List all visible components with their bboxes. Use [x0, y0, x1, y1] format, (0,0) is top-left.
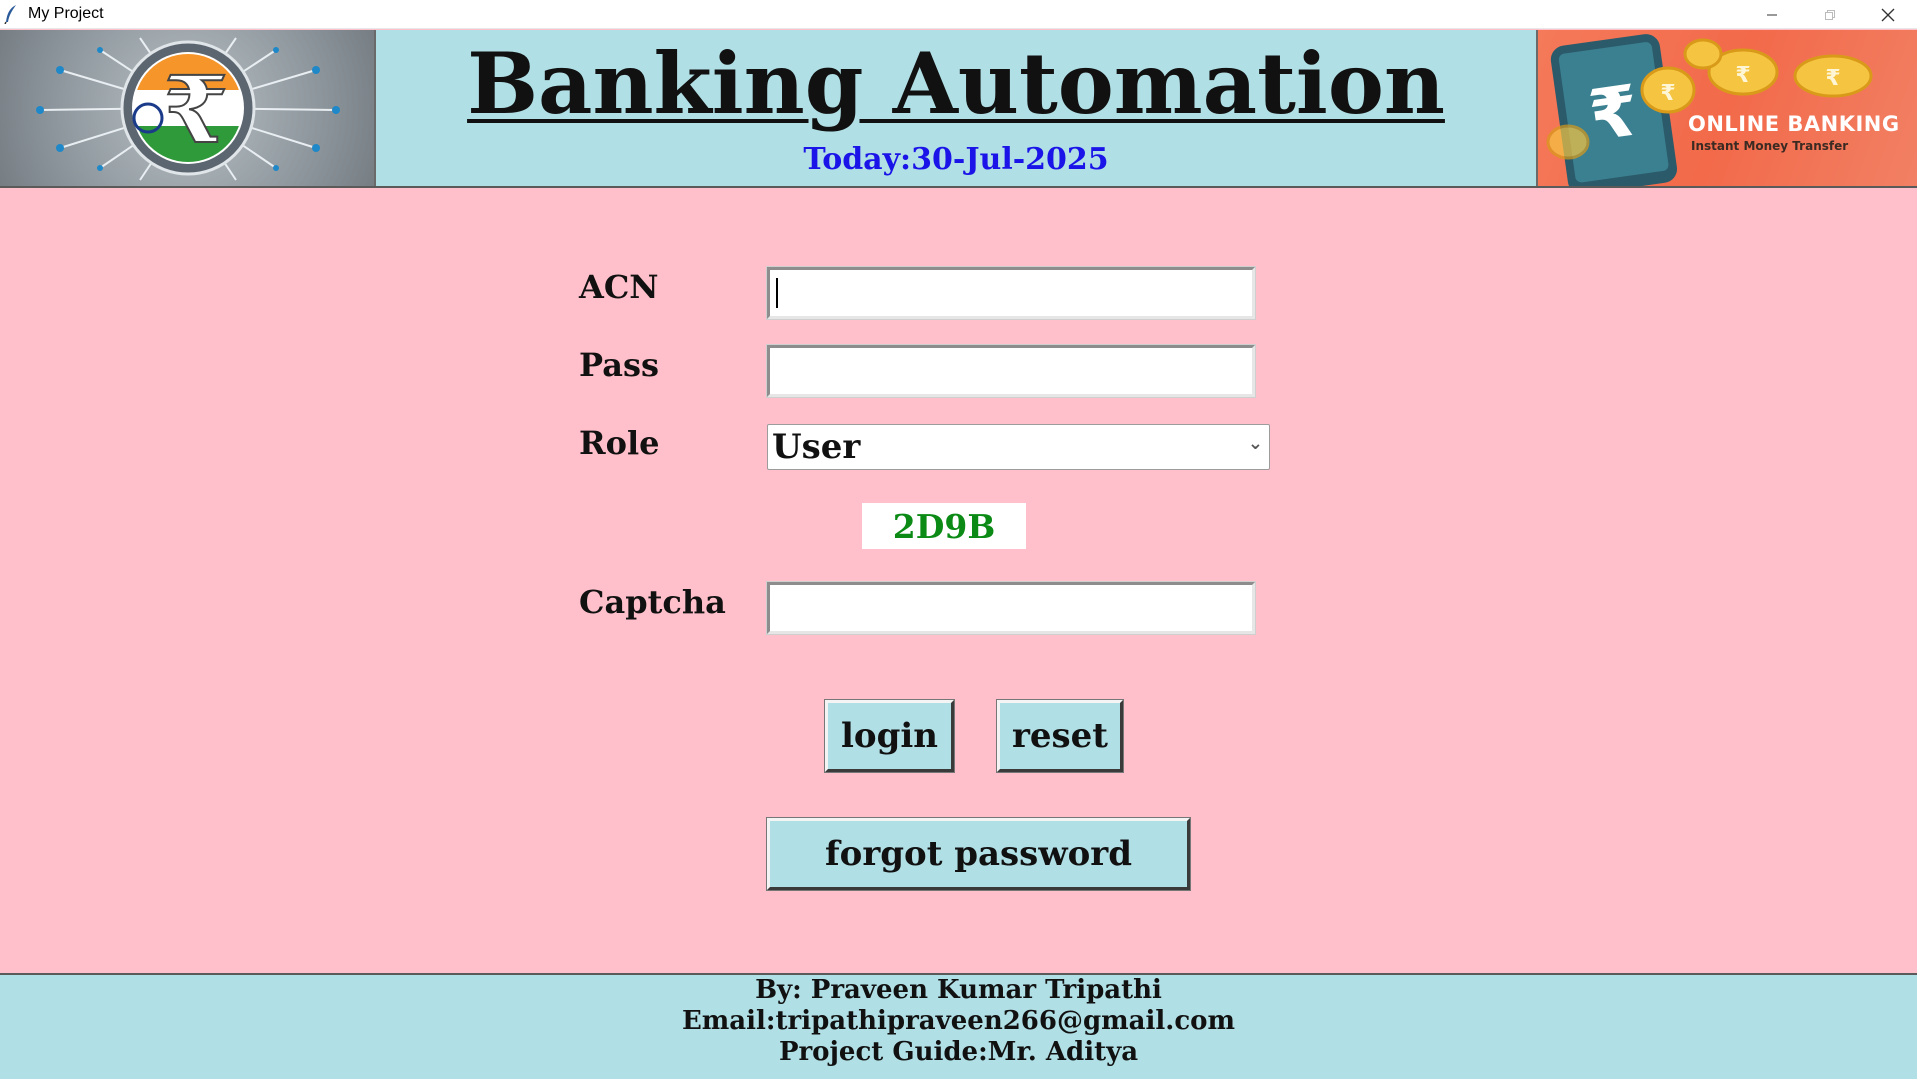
- password-input[interactable]: [766, 344, 1256, 398]
- svg-text:₹: ₹: [1735, 63, 1750, 88]
- acn-input[interactable]: [766, 266, 1256, 320]
- app-footer: By: Praveen Kumar Tripathi Email:tripath…: [0, 973, 1917, 1079]
- login-button[interactable]: login: [824, 699, 955, 773]
- pass-label: Pass: [579, 346, 659, 384]
- email-text: Email:tripathipraveen266@gmail.com: [681, 1006, 1236, 1036]
- window-titlebar: My Project: [0, 0, 1917, 29]
- today-date: Today:30-Jul-2025: [803, 142, 1109, 177]
- app-header: ₹ Banking Automation Today:30-Jul-2025 ₹…: [0, 30, 1917, 188]
- feather-icon: [4, 4, 22, 24]
- window-title: My Project: [28, 5, 104, 22]
- svg-text:₹: ₹: [1825, 66, 1840, 91]
- forgot-password-button[interactable]: forgot password: [766, 817, 1191, 891]
- rupee-circuit-logo: ₹: [0, 30, 376, 186]
- role-label: Role: [579, 424, 660, 462]
- chevron-down-icon[interactable]: ⌄: [1248, 433, 1263, 454]
- banner-heading: ONLINE BANKING: [1688, 112, 1900, 136]
- minimize-icon[interactable]: [1743, 0, 1801, 29]
- captcha-code: 2D9B: [862, 503, 1026, 549]
- guide-text: Project Guide:Mr. Aditya: [778, 1037, 1139, 1067]
- role-selected-value: User: [772, 427, 861, 467]
- acn-label: ACN: [579, 268, 659, 306]
- svg-text:₹: ₹: [1660, 81, 1675, 106]
- role-dropdown[interactable]: User ⌄: [767, 424, 1270, 470]
- reset-button[interactable]: reset: [996, 699, 1124, 773]
- restore-icon[interactable]: [1801, 0, 1859, 29]
- online-banking-banner: ₹ ₹ ₹ ₹ ONLINE BANKING Instant Money Tra…: [1536, 30, 1917, 186]
- app-title: Banking Automation: [467, 34, 1445, 133]
- close-icon[interactable]: [1859, 0, 1917, 29]
- text-cursor: [776, 278, 778, 308]
- captcha-label: Captcha: [579, 583, 726, 621]
- banner-subheading: Instant Money Transfer: [1691, 139, 1849, 153]
- svg-text:₹: ₹: [164, 56, 228, 164]
- author-text: By: Praveen Kumar Tripathi: [755, 975, 1162, 1005]
- captcha-input[interactable]: [766, 581, 1256, 635]
- window-controls: [1743, 0, 1917, 29]
